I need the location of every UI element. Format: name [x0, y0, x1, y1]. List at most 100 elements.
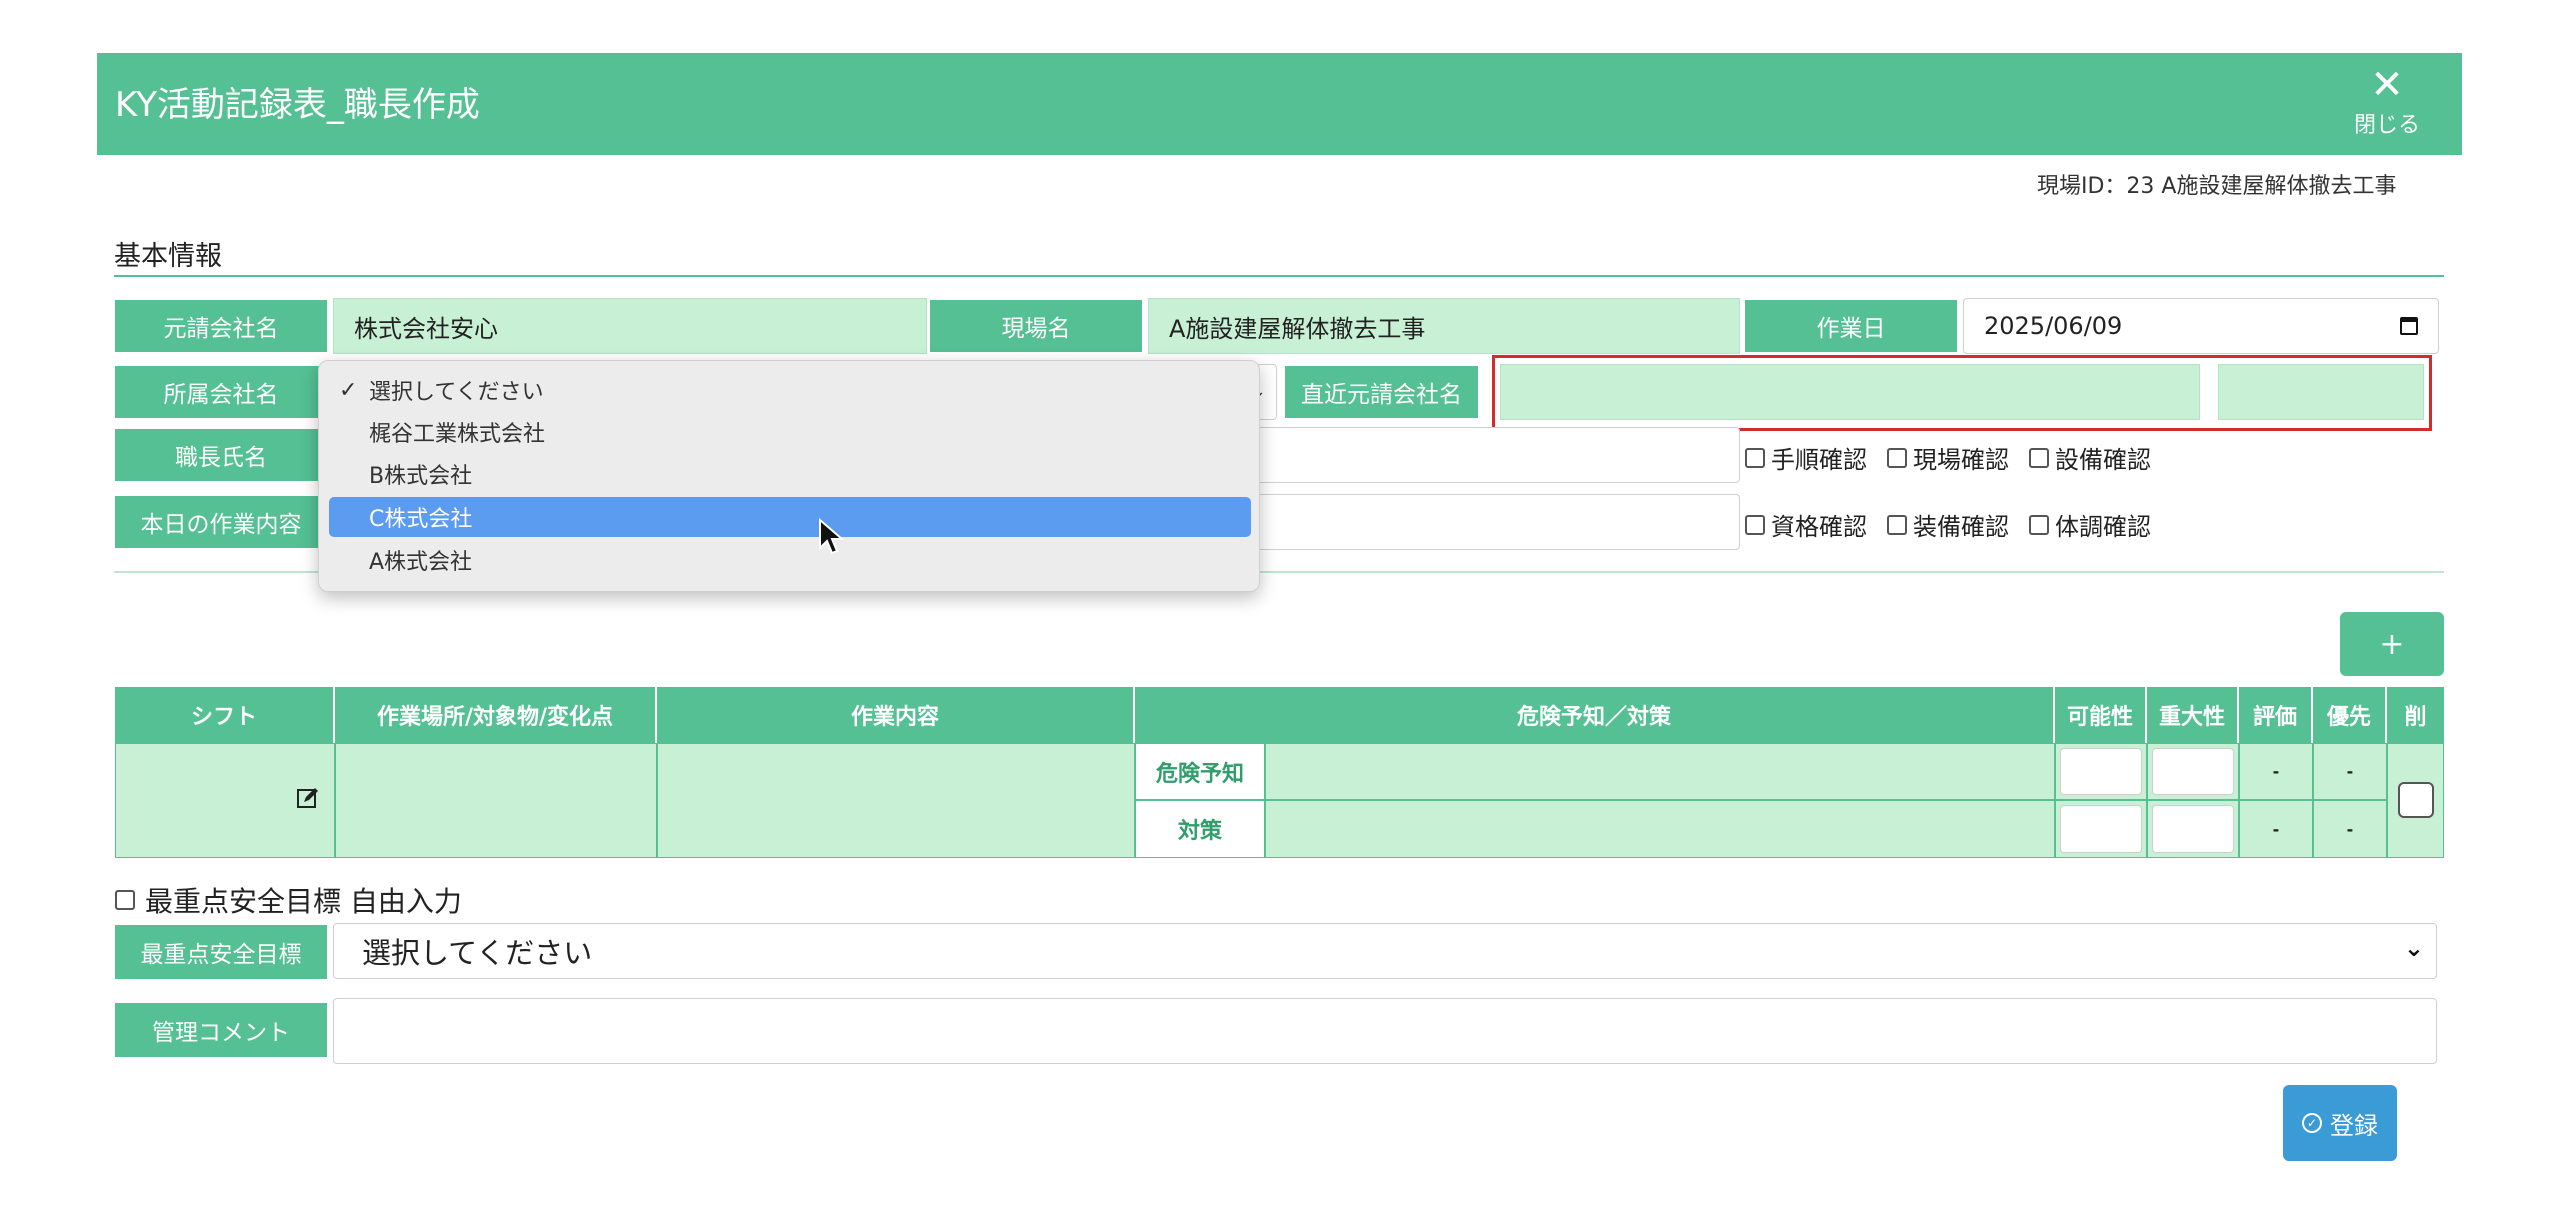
rating-value: - — [2272, 819, 2280, 839]
check-label: 体調確認 — [2055, 513, 2151, 541]
rating-cell-1: - — [2239, 743, 2313, 800]
likelihood-input-2[interactable] — [2060, 805, 2142, 853]
rating-value: - — [2272, 762, 2280, 781]
add-row-button[interactable]: + — [2340, 612, 2444, 676]
severity-input-2[interactable] — [2152, 805, 2234, 853]
check-label: 設備確認 — [2055, 446, 2151, 474]
close-button[interactable]: ✕ 閉じる — [2337, 63, 2437, 149]
rating-cell-2: - — [2239, 800, 2313, 858]
th-priority: 優先 — [2313, 687, 2387, 743]
foreman-label: 職長氏名 — [115, 429, 327, 481]
check-equipment[interactable]: 設備確認 — [2029, 440, 2151, 475]
page-title: KY活動記録表_職長作成 — [115, 85, 480, 125]
likelihood-input-1[interactable] — [2060, 748, 2142, 795]
shift-cell[interactable] — [115, 743, 335, 858]
check-circle-icon: ✓ — [2302, 1113, 2322, 1133]
today-work-label: 本日の作業内容 — [115, 496, 327, 548]
th-likelihood: 可能性 — [2055, 687, 2147, 743]
option-label: 選択してください — [369, 380, 544, 405]
site-name-value: A施設建屋解体撤去工事 — [1148, 298, 1740, 354]
work-date-input[interactable]: 2025/06/09 — [1963, 298, 2439, 354]
nearest-contractor-extra[interactable] — [2218, 364, 2424, 420]
section-divider — [114, 275, 2444, 277]
priority-cell-1: - — [2313, 743, 2387, 800]
affiliation-dropdown-menu: ✓ 選択してください 梶谷工業株式会社 B株式会社 C株式会社 A株式会社 — [318, 360, 1260, 592]
th-severity: 重大性 — [2147, 687, 2239, 743]
th-location: 作業場所/対象物/変化点 — [335, 687, 657, 743]
check-health[interactable]: 体調確認 — [2029, 507, 2151, 542]
checks-row-2: 資格確認 装備確認 体調確認 — [1745, 507, 2171, 542]
work-cell[interactable] — [657, 743, 1135, 858]
section-title: 基本情報 — [114, 241, 222, 272]
goal-select-value: 選択してください — [362, 936, 593, 970]
dropdown-option-kajitani[interactable]: 梶谷工業株式会社 — [329, 413, 1251, 451]
measure-input[interactable] — [1265, 800, 2055, 858]
check-gear[interactable]: 装備確認 — [1887, 507, 2009, 542]
checkmark-icon: ✓ — [339, 377, 358, 403]
measure-label: 対策 — [1177, 819, 1222, 844]
check-qualification[interactable]: 資格確認 — [1745, 507, 1867, 542]
delete-checkbox[interactable] — [2398, 782, 2434, 818]
work-date-value: 2025/06/09 — [1984, 312, 2123, 340]
likelihood-cell-2 — [2055, 800, 2147, 858]
location-cell[interactable] — [335, 743, 657, 858]
option-label: A株式会社 — [369, 550, 473, 575]
checkbox-icon[interactable] — [2029, 514, 2049, 535]
goal-label: 最重点安全目標 — [115, 925, 327, 979]
th-shift: シフト — [115, 687, 335, 743]
close-icon: ✕ — [2370, 62, 2404, 108]
checkbox-icon[interactable] — [1745, 514, 1765, 535]
goal-free-input-label: 最重点安全目標 自由入力 — [145, 885, 462, 918]
register-button[interactable]: ✓ 登録 — [2283, 1085, 2397, 1161]
nearest-contractor-label: 直近元請会社名 — [1285, 366, 1478, 418]
checkbox-icon[interactable] — [1887, 514, 1907, 535]
checkbox-icon[interactable] — [1745, 447, 1765, 468]
close-label: 閉じる — [2353, 113, 2420, 138]
check-label: 現場確認 — [1913, 446, 2009, 474]
checks-row-1: 手順確認 現場確認 設備確認 — [1745, 440, 2171, 475]
register-label: 登録 — [2330, 1111, 2378, 1140]
check-label: 手順確認 — [1771, 446, 1867, 474]
edit-icon[interactable] — [296, 786, 320, 810]
prime-contractor-label: 元請会社名 — [115, 300, 327, 352]
priority-cell-2: - — [2313, 800, 2387, 858]
goal-free-input-toggle[interactable]: 最重点安全目標 自由入力 — [115, 880, 462, 920]
checkbox-icon[interactable] — [2029, 447, 2049, 468]
plus-icon: + — [2379, 626, 2405, 662]
check-procedure[interactable]: 手順確認 — [1745, 440, 1867, 475]
chevron-down-icon: ⌄ — [2403, 934, 2424, 962]
mouse-cursor-icon — [819, 518, 845, 555]
goal-select[interactable]: 選択してください ⌄ — [333, 923, 2437, 979]
check-label: 資格確認 — [1771, 513, 1867, 541]
dropdown-option-b[interactable]: B株式会社 — [329, 455, 1251, 493]
severity-cell-2 — [2147, 800, 2239, 858]
option-label: 梶谷工業株式会社 — [369, 422, 546, 447]
check-label: 装備確認 — [1913, 513, 2009, 541]
option-label: C株式会社 — [369, 507, 473, 532]
site-name-label: 現場名 — [930, 300, 1142, 352]
severity-input-1[interactable] — [2152, 748, 2234, 795]
option-label: B株式会社 — [369, 464, 473, 489]
site-id-text: 現場ID：23 A施設建屋解体撤去工事 — [2037, 174, 2397, 199]
checkbox-icon[interactable] — [115, 890, 135, 910]
calendar-icon[interactable] — [2400, 317, 2418, 335]
th-delete: 削 — [2387, 687, 2444, 743]
affiliation-label: 所属会社名 — [115, 366, 327, 418]
th-hazard: 危険予知／対策 — [1135, 687, 2055, 743]
comment-input[interactable] — [333, 998, 2437, 1064]
checkbox-icon[interactable] — [1887, 447, 1907, 468]
likelihood-cell-1 — [2055, 743, 2147, 800]
dropdown-option-c[interactable]: C株式会社 — [329, 497, 1251, 537]
header-bar: KY活動記録表_職長作成 ✕ 閉じる — [97, 53, 2462, 155]
dropdown-option-a[interactable]: A株式会社 — [329, 541, 1251, 579]
priority-value: - — [2346, 762, 2354, 781]
hazard-label-cell: 危険予知 — [1135, 743, 1265, 800]
comment-label: 管理コメント — [115, 1003, 327, 1057]
dropdown-option-select[interactable]: ✓ 選択してください — [329, 371, 1251, 409]
nearest-contractor-value[interactable] — [1500, 364, 2200, 420]
check-site[interactable]: 現場確認 — [1887, 440, 2009, 475]
th-rating: 評価 — [2239, 687, 2313, 743]
hazard-label: 危険予知 — [1155, 761, 1244, 787]
measure-label-cell: 対策 — [1135, 800, 1265, 858]
hazard-input[interactable] — [1265, 743, 2055, 800]
